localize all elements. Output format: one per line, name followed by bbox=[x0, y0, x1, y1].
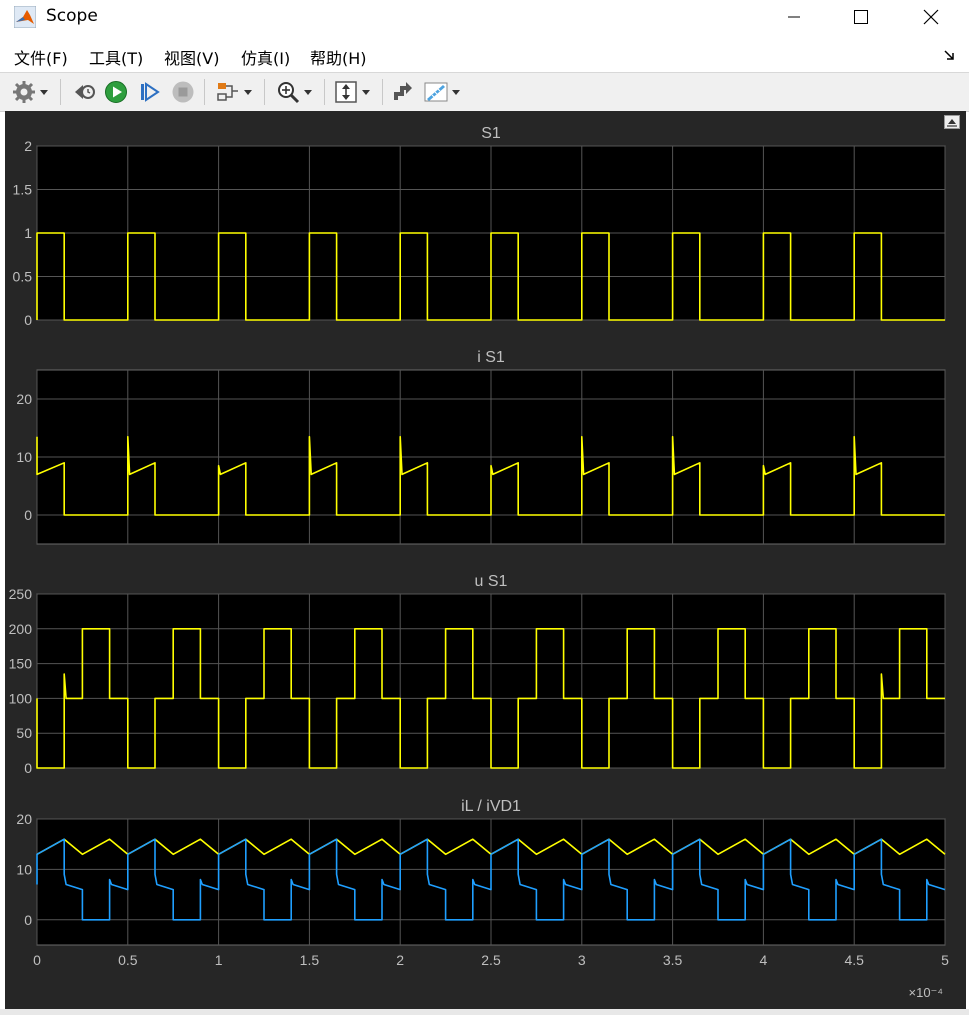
minimize-button[interactable] bbox=[771, 0, 817, 34]
autoscale-button[interactable] bbox=[334, 79, 370, 105]
step-back-icon bbox=[75, 85, 95, 99]
scope-window: Scope 文件(F) 工具(T) 视图(V) 仿真(I) 帮助(H) 0 0.… bbox=[0, 0, 969, 1015]
settings-button[interactable] bbox=[12, 79, 48, 105]
close-icon bbox=[923, 9, 939, 25]
scope-plots: 00.511.52S101020i S1050100150200250u S10… bbox=[9, 125, 949, 1000]
highlight-simulink-icon bbox=[394, 82, 412, 100]
window-title: Scope bbox=[46, 6, 98, 26]
menu-simulation[interactable]: 仿真(I) bbox=[241, 45, 290, 69]
toolbar-divider bbox=[60, 79, 61, 105]
run-icon bbox=[105, 81, 127, 103]
title-bar[interactable]: Scope bbox=[0, 0, 969, 34]
plot-title: iL / iVD1 bbox=[461, 798, 521, 815]
x-tick-label: 0.5 bbox=[118, 952, 138, 968]
stop-button[interactable] bbox=[171, 79, 195, 105]
y-tick-label: 0.5 bbox=[13, 269, 33, 285]
plot-title: i S1 bbox=[477, 349, 505, 366]
signal-select-button[interactable] bbox=[216, 79, 252, 105]
toolbar-divider bbox=[204, 79, 205, 105]
y-tick-label: 20 bbox=[16, 811, 32, 827]
stop-icon bbox=[172, 81, 194, 103]
y-tick-label: 200 bbox=[9, 621, 33, 637]
x-scale-label: ×10⁻⁴ bbox=[909, 985, 944, 1000]
chevron-down-icon bbox=[362, 90, 370, 95]
plot-title: u S1 bbox=[475, 573, 508, 590]
menu-file[interactable]: 文件(F) bbox=[14, 45, 68, 69]
menu-bar: 文件(F) 工具(T) 视图(V) 仿真(I) 帮助(H) bbox=[0, 41, 969, 71]
chevron-down-icon bbox=[244, 90, 252, 95]
chevron-down-icon bbox=[452, 90, 460, 95]
x-tick-label: 1 bbox=[215, 952, 223, 968]
x-tick-label: 0 bbox=[33, 952, 41, 968]
x-tick-label: 2 bbox=[396, 952, 404, 968]
x-tick-label: 4 bbox=[760, 952, 768, 968]
toolbar-divider bbox=[382, 79, 383, 105]
y-tick-label: 2 bbox=[24, 138, 32, 154]
y-tick-label: 20 bbox=[16, 391, 32, 407]
plot-title: S1 bbox=[481, 125, 501, 142]
zoom-icon bbox=[278, 82, 300, 104]
autoscale-icon bbox=[335, 81, 357, 103]
y-tick-label: 100 bbox=[9, 690, 33, 706]
chevron-down-icon bbox=[304, 90, 312, 95]
chevron-down-icon bbox=[40, 90, 48, 95]
x-tick-label: 1.5 bbox=[300, 952, 320, 968]
toolbar-dock-arrow-icon[interactable] bbox=[943, 49, 955, 61]
y-tick-label: 0 bbox=[24, 760, 32, 776]
y-tick-label: 250 bbox=[9, 586, 33, 602]
toolbar-divider bbox=[264, 79, 265, 105]
menu-help[interactable]: 帮助(H) bbox=[310, 45, 367, 69]
measurements-button[interactable] bbox=[424, 79, 460, 105]
y-tick-label: 1.5 bbox=[13, 182, 33, 198]
run-button[interactable] bbox=[104, 79, 128, 105]
x-tick-label: 4.5 bbox=[844, 952, 864, 968]
minimize-icon bbox=[788, 16, 800, 18]
y-tick-label: 1 bbox=[24, 225, 32, 241]
toolbar bbox=[0, 72, 969, 112]
y-tick-label: 50 bbox=[16, 725, 32, 741]
x-tick-label: 3.5 bbox=[663, 952, 683, 968]
settings-icon bbox=[13, 81, 35, 103]
menu-view[interactable]: 视图(V) bbox=[164, 45, 219, 69]
matlab-logo-icon bbox=[14, 6, 36, 28]
x-tick-label: 5 bbox=[941, 952, 949, 968]
maximize-icon bbox=[854, 10, 868, 24]
step-forward-button[interactable] bbox=[138, 79, 162, 105]
zoom-button[interactable] bbox=[276, 79, 312, 105]
y-tick-label: 10 bbox=[16, 449, 32, 465]
maximize-button[interactable] bbox=[838, 0, 884, 34]
step-forward-icon bbox=[141, 82, 160, 102]
close-button[interactable] bbox=[908, 0, 954, 34]
y-tick-label: 10 bbox=[16, 861, 32, 877]
x-tick-label: 3 bbox=[578, 952, 586, 968]
toolbar-divider bbox=[324, 79, 325, 105]
window-border bbox=[0, 1009, 969, 1015]
y-tick-label: 0 bbox=[24, 507, 32, 523]
y-tick-label: 0 bbox=[24, 912, 32, 928]
y-tick-label: 150 bbox=[9, 656, 33, 672]
menu-tools[interactable]: 工具(T) bbox=[89, 45, 143, 69]
x-tick-label: 2.5 bbox=[481, 952, 501, 968]
step-back-button[interactable] bbox=[72, 79, 96, 105]
y-tick-label: 0 bbox=[24, 312, 32, 328]
signal-select-icon bbox=[217, 83, 238, 101]
measurements-icon bbox=[424, 82, 448, 102]
scope-display[interactable]: 0 0.5 1 1.5 2 S1 0 10 20 i S1 0 50 100 150 200 250 u S1 0… bbox=[5, 111, 966, 1009]
highlight-simulink-button[interactable] bbox=[390, 79, 414, 105]
